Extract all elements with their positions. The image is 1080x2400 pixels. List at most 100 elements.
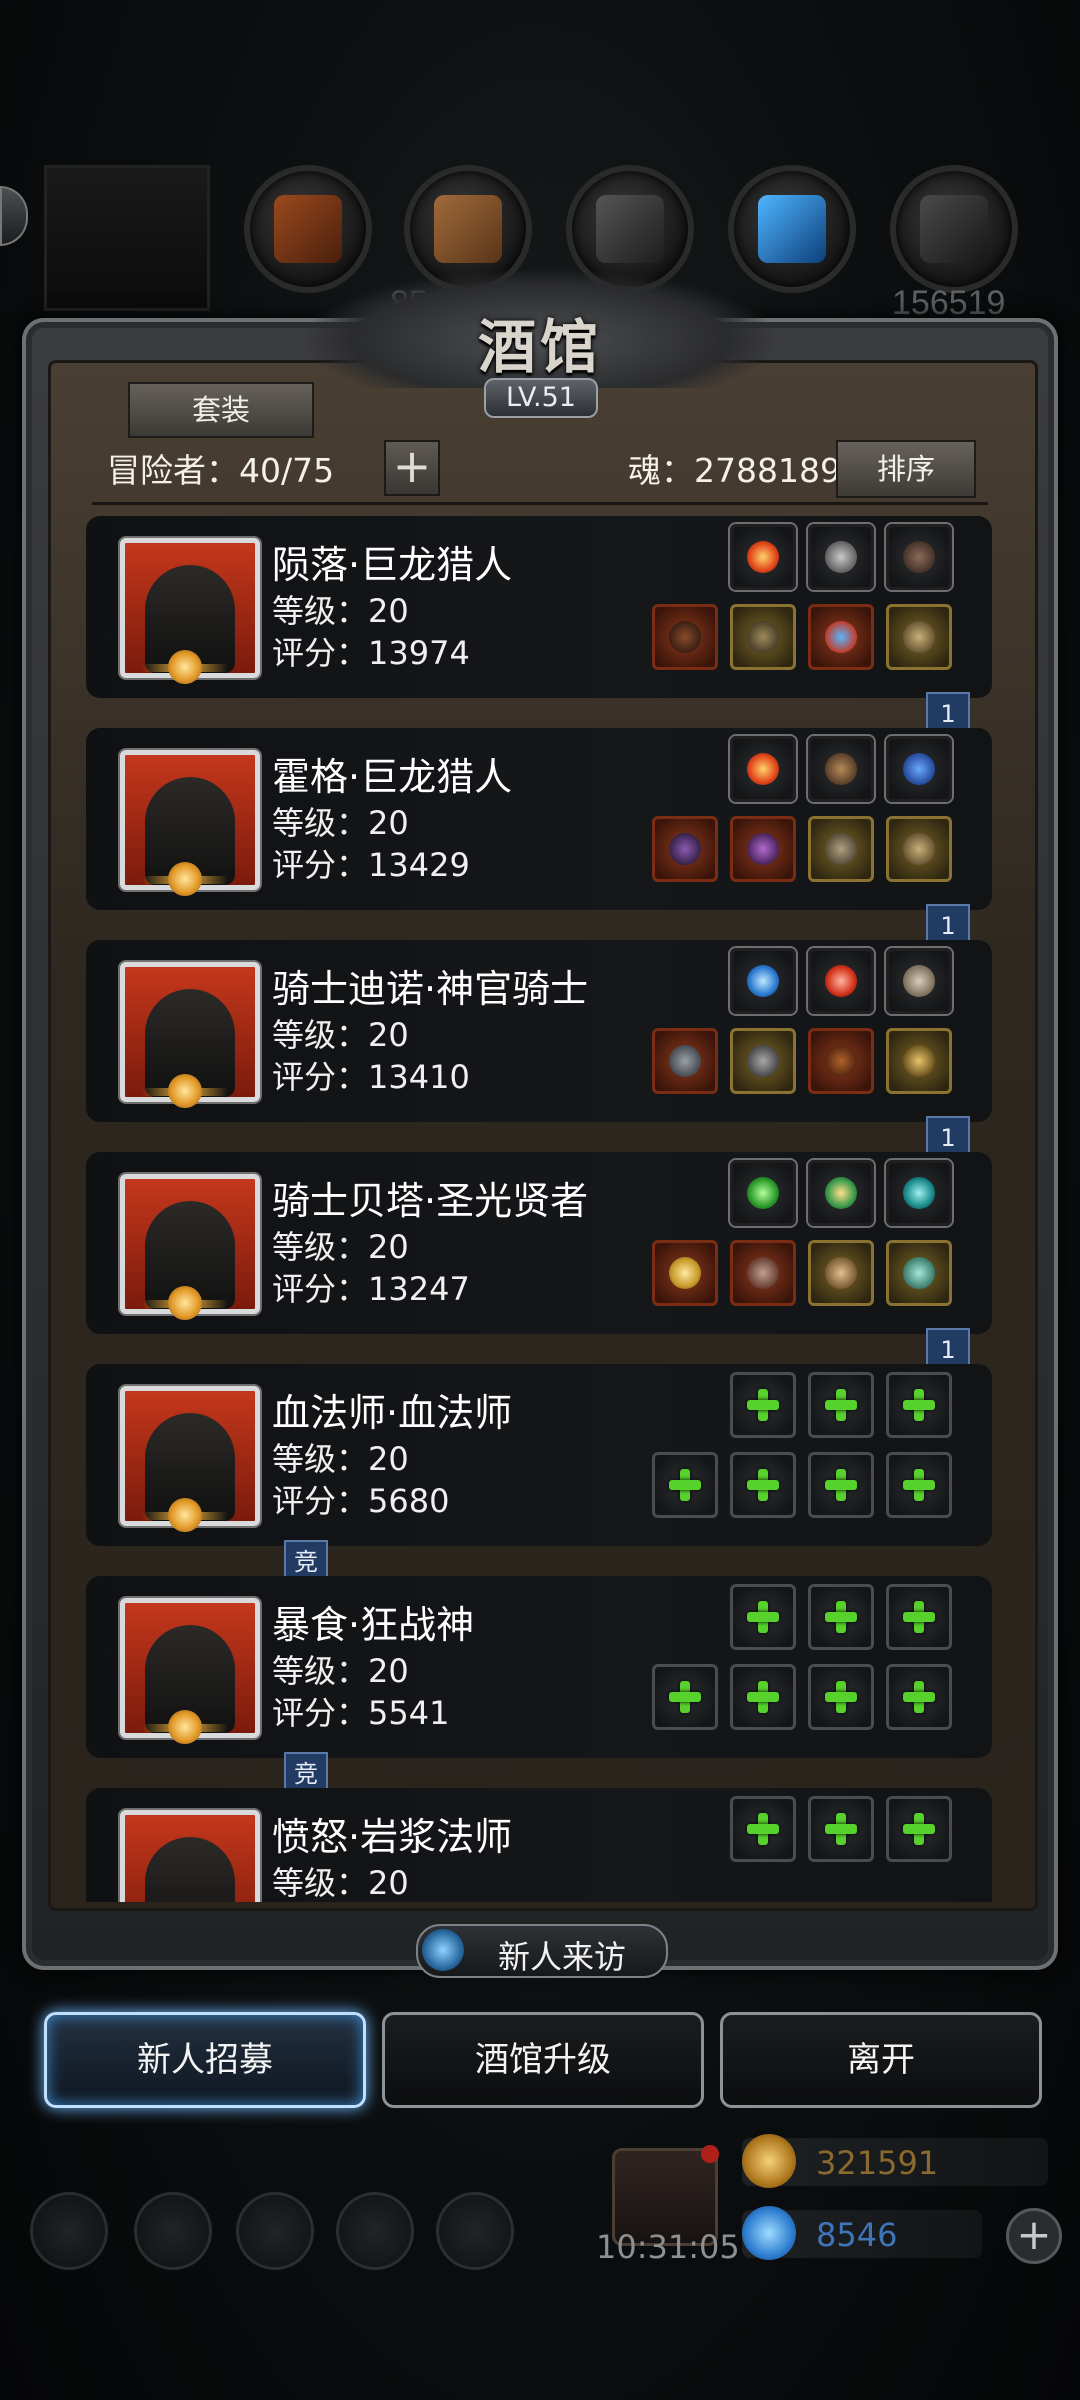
- suit-button[interactable]: 套装: [128, 382, 314, 438]
- equip-slot-armor[interactable]: [730, 604, 796, 670]
- new-visitor-button[interactable]: 新人来访: [416, 1924, 668, 1978]
- equip-slot-blue-orb[interactable]: [730, 948, 796, 1014]
- equip-slot-gun[interactable]: [652, 604, 718, 670]
- equip-slot-fire-gem[interactable]: [730, 524, 796, 590]
- hero-level: 等级：20: [272, 1864, 409, 1902]
- equip-slot-chestplate[interactable]: [730, 1028, 796, 1094]
- ring-icon: [903, 621, 935, 653]
- empty-equip-slot[interactable]: [886, 1452, 952, 1518]
- equip-slot-gauntlet[interactable]: [808, 816, 874, 882]
- equip-slot-bone[interactable]: [886, 948, 952, 1014]
- gem-amount: 8546: [816, 2216, 898, 2254]
- amulet-icon: [825, 621, 857, 653]
- tavern-upgrade-button[interactable]: 酒馆升级: [382, 2012, 704, 2108]
- empty-equip-slot[interactable]: [730, 1452, 796, 1518]
- equip-slot-teal-stone[interactable]: [886, 1160, 952, 1226]
- map-icon[interactable]: [236, 2192, 314, 2270]
- hero-score: 评分：13410: [272, 1058, 470, 1096]
- gauntlet-icon: [825, 833, 857, 865]
- settings-icon[interactable]: [30, 2192, 108, 2270]
- equip-slot-lantern[interactable]: [808, 1160, 874, 1226]
- add-gems-button[interactable]: +: [1006, 2208, 1062, 2264]
- hero-card[interactable]: 暴食·狂战神 等级：20 评分：5541: [86, 1576, 992, 1758]
- gold-amount: 321591: [816, 2144, 939, 2182]
- equip-slot-horn[interactable]: [886, 524, 952, 590]
- equip-slot-green-crystal[interactable]: [730, 1160, 796, 1226]
- equip-slot-helmet[interactable]: [730, 816, 796, 882]
- gun-icon: [669, 621, 701, 653]
- shield-icon: [903, 1045, 935, 1077]
- adventurer-count: 冒险者：40/75: [107, 451, 335, 490]
- equip-slot-mask[interactable]: [808, 524, 874, 590]
- empty-equip-slot[interactable]: [808, 1452, 874, 1518]
- equip-slot-skull-mask[interactable]: [808, 1240, 874, 1306]
- empty-equip-slot[interactable]: [808, 1664, 874, 1730]
- golden-hammer-icon: [669, 1257, 701, 1289]
- equip-slot-ring[interactable]: [886, 604, 952, 670]
- equip-slot-hammer[interactable]: [652, 1028, 718, 1094]
- empty-equip-slot[interactable]: [730, 1584, 796, 1650]
- empty-equip-slot[interactable]: [652, 1452, 718, 1518]
- helmet-icon: [747, 833, 779, 865]
- hero-score: 评分：13247: [272, 1270, 470, 1308]
- equip-slot-golden-hammer[interactable]: [652, 1240, 718, 1306]
- achievement-icon[interactable]: [134, 2192, 212, 2270]
- hero-list[interactable]: 陨落·巨龙猎人 等级：20 评分：13974 1 霍格·巨龙猎人 等级：20 评分：1342…: [86, 516, 992, 1902]
- sort-button[interactable]: 排序: [836, 440, 976, 498]
- fire-gem-icon: [747, 541, 779, 573]
- leave-button[interactable]: 离开: [720, 2012, 1042, 2108]
- crossbow-icon: [669, 833, 701, 865]
- equip-slot-fire-gem[interactable]: [730, 736, 796, 802]
- side-menu-tab[interactable]: [0, 186, 28, 246]
- empty-equip-slot[interactable]: [730, 1664, 796, 1730]
- tome-icon: [825, 1045, 857, 1077]
- mask-icon: [825, 541, 857, 573]
- empty-equip-slot[interactable]: [730, 1372, 796, 1438]
- equip-slot-tome[interactable]: [808, 1028, 874, 1094]
- equip-slot-dagger[interactable]: [808, 736, 874, 802]
- new-visitor-label: 新人来访: [498, 1938, 627, 1976]
- hero-card[interactable]: 霍格·巨龙猎人 等级：20 评分：13429: [86, 728, 992, 910]
- plus-icon: [667, 1467, 703, 1503]
- equip-slot-robe[interactable]: [730, 1240, 796, 1306]
- equip-slot-amulet[interactable]: [808, 604, 874, 670]
- equip-slot-blue-blade[interactable]: [886, 736, 952, 802]
- dagger-icon: [825, 753, 857, 785]
- hero-card[interactable]: 骑士迪诺·神官骑士 等级：20 评分：13410: [86, 940, 992, 1122]
- empty-equip-slot[interactable]: [886, 1796, 952, 1862]
- chestplate-icon: [747, 1045, 779, 1077]
- mail-icon[interactable]: [336, 2192, 414, 2270]
- empty-equip-slot[interactable]: [886, 1664, 952, 1730]
- equip-slot-red-gem[interactable]: [808, 948, 874, 1014]
- empty-equip-slot[interactable]: [808, 1372, 874, 1438]
- hero-card[interactable]: 血法师·血法师 等级：20 评分：5680: [86, 1364, 992, 1546]
- green-crystal-icon: [747, 1177, 779, 1209]
- notification-dot: [701, 2145, 719, 2163]
- guild-icon[interactable]: [436, 2192, 514, 2270]
- plus-icon: [823, 1599, 859, 1635]
- empty-equip-slot[interactable]: [886, 1584, 952, 1650]
- equip-slot-ring[interactable]: [886, 816, 952, 882]
- equip-slot-bracelet[interactable]: [886, 1240, 952, 1306]
- equip-slot-crossbow[interactable]: [652, 816, 718, 882]
- empty-equip-slot[interactable]: [808, 1796, 874, 1862]
- hero-level: 等级：20: [272, 592, 409, 630]
- add-slot-button[interactable]: +: [384, 440, 440, 496]
- hero-card[interactable]: 陨落·巨龙猎人 等级：20 评分：13974: [86, 516, 992, 698]
- plus-icon: [745, 1811, 781, 1847]
- hero-level: 等级：20: [272, 1016, 409, 1054]
- empty-equip-slot[interactable]: [886, 1372, 952, 1438]
- hero-level: 等级：20: [272, 804, 409, 842]
- hero-card[interactable]: 愤怒·岩浆法师 等级：20: [86, 1788, 992, 1902]
- recruit-button[interactable]: 新人招募: [44, 2012, 366, 2108]
- plus-icon: [901, 1599, 937, 1635]
- hero-avatar[interactable]: [120, 1810, 260, 1902]
- robe-icon: [747, 1257, 779, 1289]
- gem-counter: 8546: [742, 2206, 982, 2260]
- empty-equip-slot[interactable]: [652, 1664, 718, 1730]
- bracelet-icon: [903, 1257, 935, 1289]
- empty-equip-slot[interactable]: [730, 1796, 796, 1862]
- equip-slot-shield[interactable]: [886, 1028, 952, 1094]
- empty-equip-slot[interactable]: [808, 1584, 874, 1650]
- hero-card[interactable]: 骑士贝塔·圣光贤者 等级：20 评分：13247: [86, 1152, 992, 1334]
